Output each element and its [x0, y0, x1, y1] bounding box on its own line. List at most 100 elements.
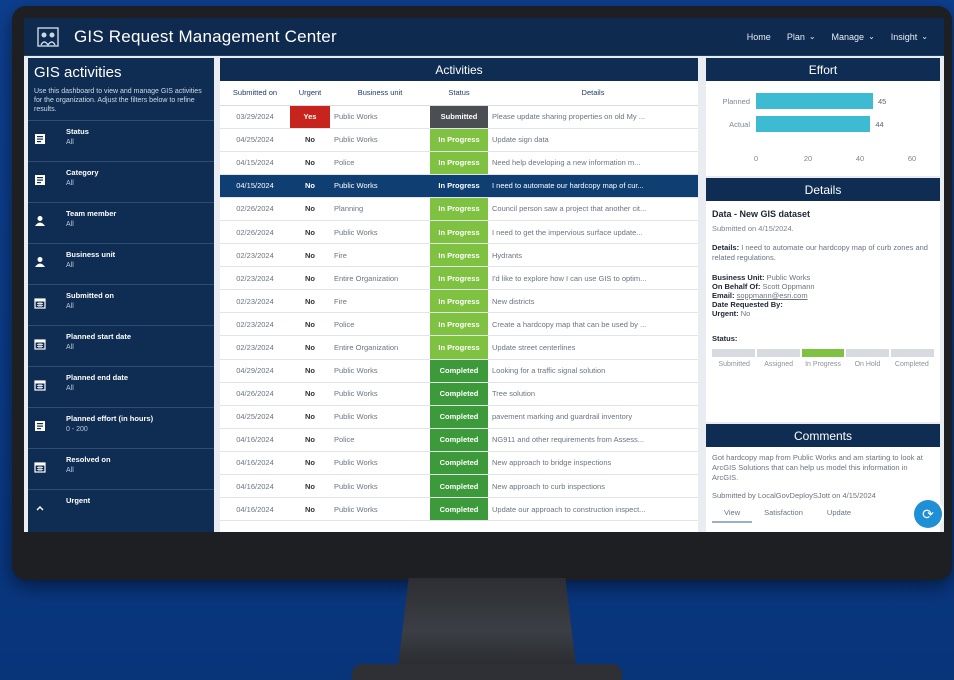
cell-business-unit: Public Works: [330, 405, 430, 429]
status-step-labels: Submitted Assigned In Progress On Hold Compl…: [712, 360, 934, 369]
nav-home[interactable]: Home: [747, 32, 771, 42]
cell-urgent: No: [290, 243, 330, 268]
column-header-details[interactable]: Details: [488, 81, 698, 106]
chevron-up-icon: [34, 502, 52, 517]
tab-view[interactable]: View: [712, 504, 753, 523]
cell-business-unit: Planning: [330, 197, 430, 221]
filter-label: Submitted on: [66, 291, 114, 300]
cell-details: Update street centerlines: [488, 335, 698, 360]
tab-update[interactable]: Update: [815, 504, 863, 523]
table-row[interactable]: 02/23/2024 No Police In Progress Create a ha…: [220, 312, 698, 337]
table-row[interactable]: 04/15/2024 No Police In Progress Need help d…: [220, 151, 698, 175]
table-row[interactable]: 04/26/2024 No Public Works Completed Tree so…: [220, 382, 698, 406]
status-progress: [712, 349, 934, 357]
status-badge: Completed: [430, 474, 488, 499]
nav-home-label: Home: [746, 31, 771, 42]
filter-text: Category All: [66, 168, 99, 187]
cell-urgent: No: [290, 451, 330, 476]
table-row[interactable]: 04/25/2024 No Public Works In Progress Updat…: [220, 128, 698, 152]
table-row[interactable]: 04/16/2024 No Public Works Completed Update …: [220, 497, 698, 522]
filter-business-unit[interactable]: Business unit All: [28, 243, 214, 284]
column-header-submitted[interactable]: Submitted on: [220, 81, 290, 106]
table-row[interactable]: 04/16/2024 No Public Works Completed New app…: [220, 474, 698, 499]
cell-urgent: No: [290, 128, 330, 152]
filter-planned-start-date[interactable]: Planned start date All: [28, 325, 214, 366]
cell-business-unit: Public Works: [330, 382, 430, 406]
filter-category[interactable]: Category All: [28, 161, 214, 202]
table-row[interactable]: 02/23/2024 No Entire Organization In Progre…: [220, 335, 698, 360]
nav-insight[interactable]: Insight ⌄: [891, 32, 928, 42]
cell-submitted-on: 02/26/2024: [220, 220, 290, 245]
cell-business-unit: Public Works: [330, 497, 430, 522]
filter-team-member[interactable]: Team member All: [28, 202, 214, 243]
details-panel: Details Data - New GIS dataset Submitted…: [706, 178, 940, 422]
cell-urgent: No: [290, 382, 330, 406]
filter-label: Category: [66, 168, 99, 177]
tab-satisfaction[interactable]: Satisfaction: [752, 504, 815, 523]
table-row[interactable]: 02/23/2024 No Entire Organization In Progre…: [220, 266, 698, 291]
cell-details: New approach to curb inspections: [488, 474, 698, 499]
chevron-down-icon: ⌄: [808, 32, 816, 41]
filter-resolved-on[interactable]: Resolved on All: [28, 448, 214, 489]
cell-submitted-on: 04/15/2024: [220, 151, 290, 175]
status-badge: In Progress: [430, 289, 488, 314]
table-body: 03/29/2024 Yes Public Works Submitted Please…: [220, 105, 698, 522]
details-label: Details:: [712, 243, 740, 252]
status-badge: In Progress: [430, 220, 488, 245]
cell-business-unit: Entire Organization: [330, 266, 430, 291]
column-header-status[interactable]: Status: [430, 81, 488, 106]
activities-title: Activities: [220, 58, 698, 81]
filter-planned-end-date[interactable]: Planned end date All: [28, 366, 214, 407]
filter-planned-effort-in-hours[interactable]: Planned effort (in hours) 0 - 200: [28, 407, 214, 448]
nav-manage[interactable]: Manage ⌄: [832, 32, 875, 42]
status-step: [891, 349, 934, 357]
effort-bar[interactable]: [756, 116, 871, 132]
cell-urgent: No: [290, 312, 330, 337]
filter-label: Resolved on: [66, 455, 111, 464]
cell-business-unit: Fire: [330, 243, 430, 268]
top-nav: Home Plan ⌄ Manage ⌄ Insight ⌄: [747, 32, 928, 42]
cell-business-unit: Police: [330, 151, 430, 175]
cell-submitted-on: 02/23/2024: [220, 335, 290, 360]
column-header-urgent[interactable]: Urgent: [290, 81, 330, 106]
cell-urgent: No: [290, 289, 330, 314]
filter-list: Status All Category All Team member All Busine…: [28, 120, 214, 530]
table-row[interactable]: 04/25/2024 No Public Works Completed pavemen…: [220, 405, 698, 429]
table-row[interactable]: 02/23/2024 No Fire In Progress New districts: [220, 289, 698, 314]
table-row[interactable]: 02/26/2024 No Public Works In Progress I nee…: [220, 220, 698, 245]
cell-submitted-on: 04/25/2024: [220, 128, 290, 152]
table-row[interactable]: 02/23/2024 No Fire In Progress Hydrants: [220, 243, 698, 268]
activities-panel: Activities Submitted on Urgent Business …: [220, 58, 698, 532]
nav-plan[interactable]: Plan ⌄: [787, 32, 816, 42]
table-row[interactable]: 03/29/2024 Yes Public Works Submitted Please…: [220, 105, 698, 129]
effort-panel: Effort Planned 45 Actual 44 0 20 40 60: [706, 58, 940, 176]
dashboard-screen: GIS Request Management Center Home Plan ⌄…: [24, 18, 944, 532]
calendar-icon: [34, 338, 52, 353]
filter-status[interactable]: Status All: [28, 120, 214, 161]
details-submitted: Submitted on 4/15/2024.: [712, 224, 794, 233]
details-title: Details: [706, 178, 940, 201]
table-row[interactable]: 04/16/2024 No Police Completed NG911 and oth…: [220, 428, 698, 452]
filter-text: Business unit All: [66, 250, 115, 269]
filter-text: Planned effort (in hours) 0 - 200: [66, 414, 153, 433]
email-link[interactable]: soppmann@esri.com: [737, 291, 808, 300]
filter-submitted-on[interactable]: Submitted on All: [28, 284, 214, 325]
filter-urgent[interactable]: Urgent: [28, 489, 214, 530]
filter-text: Planned start date All: [66, 332, 131, 351]
table-row[interactable]: 04/15/2024 No Public Works In Progress I nee…: [220, 174, 698, 198]
column-header-business-unit[interactable]: Business unit: [330, 81, 430, 106]
person-icon: [34, 215, 52, 230]
cell-urgent: No: [290, 151, 330, 175]
filter-label: Business unit: [66, 250, 116, 259]
status-badge: Completed: [430, 382, 488, 406]
effort-bar[interactable]: [756, 93, 873, 109]
bar-category-label: Actual: [729, 119, 750, 129]
bar-category-label: Planned: [722, 96, 750, 106]
table-row[interactable]: 02/26/2024 No Planning In Progress Council p…: [220, 197, 698, 221]
activities-table: Submitted on Urgent Business unit Status…: [220, 81, 698, 522]
chevron-down-icon: ⌄: [921, 32, 928, 41]
cell-details: Update sign data: [488, 128, 698, 152]
table-row[interactable]: 04/29/2024 No Public Works Completed Looking…: [220, 359, 698, 383]
refresh-icon[interactable]: ⟳: [914, 500, 942, 528]
table-row[interactable]: 04/16/2024 No Public Works Completed New app…: [220, 451, 698, 476]
